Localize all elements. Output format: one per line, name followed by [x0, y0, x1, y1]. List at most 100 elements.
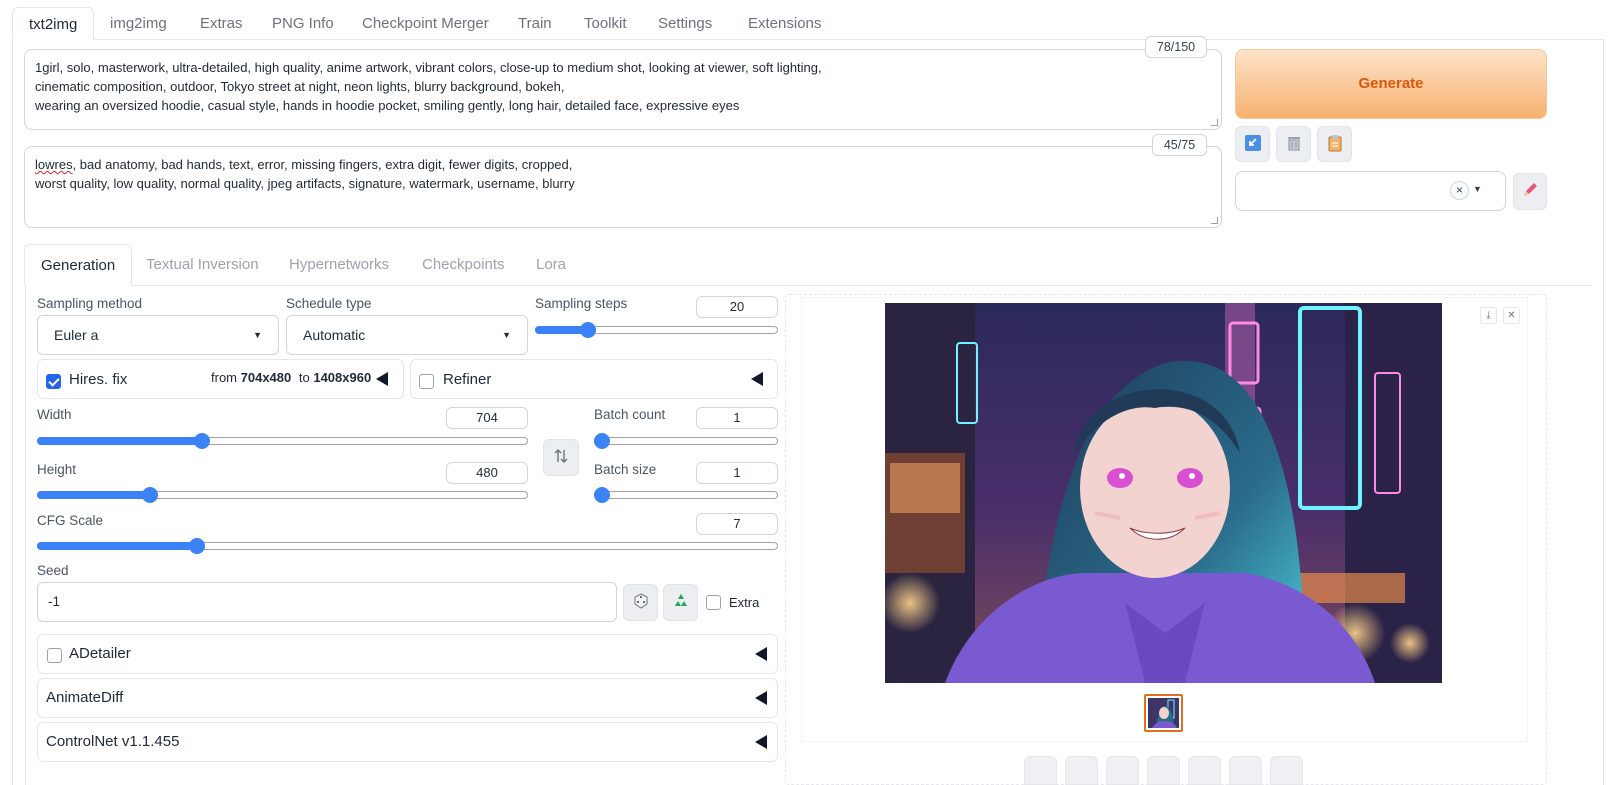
slider-track[interactable] — [594, 437, 778, 445]
batch-count-label: Batch count — [594, 407, 666, 422]
batch-size-slider[interactable] — [594, 486, 778, 504]
batch-count-slider[interactable] — [594, 432, 778, 450]
prompt-line: 1girl, solo, masterwork, ultra-detailed,… — [35, 60, 822, 75]
pencil-icon — [1521, 181, 1539, 202]
slider-thumb[interactable] — [141, 487, 158, 503]
dice-icon — [633, 593, 649, 612]
gallery-action-button[interactable] — [1065, 756, 1098, 785]
tab-lora[interactable]: Lora — [520, 244, 582, 286]
slider-thumb[interactable] — [580, 322, 597, 338]
refiner-label: Refiner — [443, 371, 492, 388]
sampling-method-dropdown[interactable]: Euler a ▼ — [37, 315, 279, 355]
width-input[interactable]: 704 — [446, 407, 528, 429]
prompt-textarea[interactable]: 1girl, solo, masterwork, ultra-detailed,… — [24, 49, 1222, 130]
sampling-steps-slider[interactable] — [535, 321, 778, 339]
slider-thumb[interactable] — [189, 538, 206, 554]
main-tab-bar: txt2img img2img Extras PNG Info Checkpoi… — [12, 7, 1612, 40]
seed-input[interactable]: -1 — [37, 582, 617, 622]
clear-prompt-button[interactable] — [1276, 126, 1311, 162]
resize-handle[interactable] — [1211, 119, 1218, 126]
tab-txt2img[interactable]: txt2img — [12, 7, 95, 40]
read-params-button[interactable] — [1235, 126, 1270, 162]
negative-prompt-textarea[interactable]: lowres, bad anatomy, bad hands, text, er… — [24, 146, 1222, 228]
gallery-action-button[interactable] — [1106, 756, 1139, 785]
height-slider[interactable] — [37, 486, 528, 504]
cfg-scale-slider[interactable] — [37, 537, 778, 555]
tab-checkpoint-merger[interactable]: Checkpoint Merger — [346, 7, 505, 40]
hires-fix-checkbox[interactable] — [46, 374, 61, 389]
swap-dimensions-button[interactable] — [543, 439, 579, 476]
edit-styles-button[interactable] — [1513, 173, 1547, 210]
negative-prompt-text: , bad anatomy, bad hands, text, error, m… — [72, 157, 573, 172]
slider-thumb[interactable] — [193, 433, 210, 449]
gallery-action-button[interactable] — [1147, 756, 1180, 785]
tab-checkpoints[interactable]: Checkpoints — [406, 244, 521, 286]
cfg-scale-input[interactable]: 7 — [696, 513, 778, 535]
slider-thumb[interactable] — [594, 487, 610, 503]
controlnet-accordion[interactable]: ControlNet v1.1.455 — [37, 722, 778, 762]
batch-count-input[interactable]: 1 — [696, 407, 778, 429]
negative-token-counter: 45/75 — [1152, 134, 1207, 156]
panel-border — [25, 285, 26, 785]
tab-textual-inversion[interactable]: Textual Inversion — [130, 244, 275, 286]
chevron-down-icon: ▼ — [502, 330, 511, 340]
tab-img2img[interactable]: img2img — [94, 7, 183, 40]
slider-track[interactable] — [594, 491, 778, 499]
width-label: Width — [37, 407, 72, 422]
gallery-action-button[interactable] — [1024, 756, 1057, 785]
expand-arrow-icon[interactable] — [751, 372, 763, 386]
expand-arrow-icon[interactable] — [376, 372, 388, 386]
gallery-action-button[interactable] — [1229, 756, 1262, 785]
hires-fix-summary: from 704x480 to 1408x960 — [211, 370, 371, 385]
random-seed-button[interactable] — [623, 584, 658, 621]
trash-icon — [1285, 134, 1303, 155]
generate-button[interactable]: Generate — [1235, 49, 1547, 119]
generated-image[interactable] — [885, 303, 1442, 683]
gallery-thumbnail-selected[interactable] — [1144, 694, 1183, 732]
tab-train[interactable]: Train — [502, 7, 568, 40]
sampling-steps-input[interactable]: 20 — [696, 296, 778, 318]
tab-hypernetworks[interactable]: Hypernetworks — [273, 244, 405, 286]
download-icon[interactable]: ⤓ — [1480, 307, 1497, 324]
schedule-type-dropdown[interactable]: Automatic ▼ — [286, 315, 528, 355]
tab-png-info[interactable]: PNG Info — [256, 7, 350, 40]
reuse-seed-button[interactable] — [663, 584, 698, 621]
chevron-down-icon: ▼ — [253, 330, 262, 340]
hires-from-value: 704x480 — [240, 370, 292, 385]
sampling-steps-label: Sampling steps — [535, 296, 628, 311]
schedule-type-value: Automatic — [303, 327, 366, 343]
expand-arrow-icon — [755, 691, 767, 705]
hires-fix-label: Hires. fix — [69, 371, 128, 388]
tab-divider — [12, 39, 1604, 40]
recycle-icon — [673, 593, 689, 612]
negative-prompt-line: lowres, bad anatomy, bad hands, text, er… — [35, 155, 1211, 174]
thumbnail-image — [1148, 698, 1179, 728]
panel-border — [1603, 39, 1604, 785]
prompt-line: cinematic composition, outdoor, Tokyo st… — [35, 79, 565, 94]
tab-generation[interactable]: Generation — [24, 244, 133, 286]
hires-to-value: 1408x960 — [313, 370, 372, 385]
refiner-checkbox[interactable] — [419, 374, 434, 389]
height-input[interactable]: 480 — [446, 462, 528, 484]
close-icon[interactable]: ✕ — [1503, 307, 1520, 324]
gallery-action-button[interactable] — [1188, 756, 1221, 785]
tab-extras[interactable]: Extras — [184, 7, 259, 40]
tab-settings[interactable]: Settings — [642, 7, 728, 40]
chevron-down-icon[interactable]: ▼ — [1473, 184, 1482, 194]
resize-handle[interactable] — [1211, 217, 1218, 224]
adetailer-accordion[interactable]: ADetailer — [37, 634, 778, 674]
width-slider[interactable] — [37, 432, 528, 450]
tab-toolkit[interactable]: Toolkit — [568, 7, 643, 40]
close-icon[interactable]: × — [1450, 181, 1469, 200]
extra-seed-checkbox[interactable] — [706, 595, 721, 610]
animatediff-accordion[interactable]: AnimateDiff — [37, 678, 778, 718]
gallery-action-button[interactable] — [1270, 756, 1303, 785]
batch-size-input[interactable]: 1 — [696, 462, 778, 484]
paste-style-button[interactable] — [1317, 126, 1352, 162]
adetailer-checkbox[interactable] — [47, 648, 62, 663]
prompt-line: wearing an oversized hoodie, casual styl… — [35, 98, 740, 113]
hires-to-text: to — [298, 370, 310, 385]
schedule-type-label: Schedule type — [286, 296, 372, 311]
slider-thumb[interactable] — [594, 433, 610, 449]
tab-extensions[interactable]: Extensions — [732, 7, 837, 40]
